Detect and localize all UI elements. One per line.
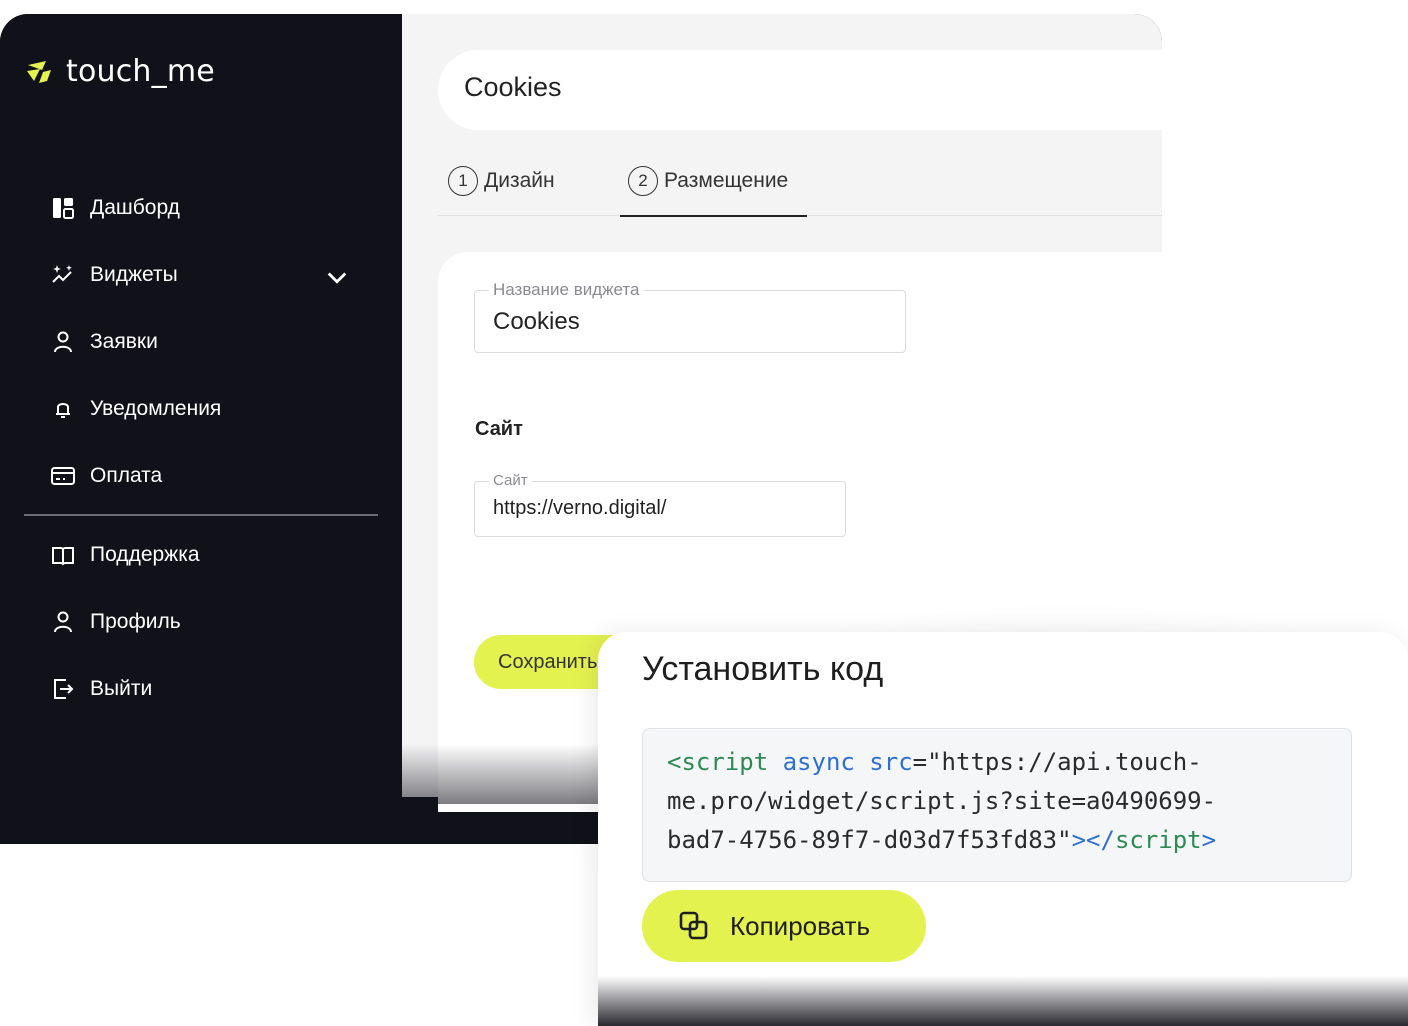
sidebar-item-dashboard[interactable]: Дашборд — [50, 188, 360, 228]
code-src-value-cont: me.pro/widget/script.js?site=a0490699- — [667, 787, 1217, 815]
sidebar-item-label: Уведомления — [90, 397, 222, 420]
sidebar-item-label: Выйти — [90, 677, 153, 700]
sidebar-item-label: Профиль — [90, 610, 181, 633]
tab-label: Дизайн — [484, 169, 555, 192]
sidebar-item-label: Заявки — [90, 330, 158, 353]
sidebar-item-label: Поддержка — [90, 543, 200, 566]
widget-name-field[interactable]: Название виджета Cookies — [474, 280, 906, 353]
sidebar-item-label: Виджеты — [90, 263, 178, 286]
tab-number: 1 — [448, 166, 478, 196]
tab-placement[interactable]: 2 Размещение — [628, 166, 788, 196]
dialog-bottom-shade — [598, 976, 1408, 1026]
sidebar-item-support[interactable]: Поддержка — [50, 535, 360, 575]
bell-icon — [56, 403, 70, 418]
code-end-bracket: > — [1201, 826, 1217, 854]
sidebar-divider — [24, 514, 378, 516]
copy-button[interactable]: Копировать — [642, 890, 926, 962]
copy-button-label: Копировать — [730, 910, 870, 941]
install-code-dialog: Установить код <script async src="https:… — [598, 632, 1408, 1026]
tab-label: Размещение — [664, 169, 789, 192]
user-icon — [54, 331, 72, 353]
sidebar-item-logout[interactable]: Выйти — [50, 669, 360, 709]
sidebar-item-payment[interactable]: Оплата — [50, 456, 360, 496]
sidebar-item-label: Оплата — [90, 464, 163, 487]
code-src-value: ="https://api.touch- — [912, 748, 1202, 776]
site-field[interactable]: Сайт https://verno.digital/ — [474, 472, 846, 537]
book-icon — [52, 547, 74, 566]
sidebar-item-label: Дашборд — [90, 196, 180, 219]
dialog-title: Установить код — [642, 650, 884, 688]
page-header: Cookies — [438, 50, 1162, 130]
tab-design[interactable]: 1 Дизайн — [448, 166, 555, 196]
user-icon — [54, 611, 72, 633]
code-close-bracket: ></ — [1071, 826, 1115, 854]
widgets-sparkle-icon — [52, 265, 72, 283]
code-line-1: <script async src="https://api.touch- — [667, 743, 1327, 782]
site-section-title: Сайт — [475, 418, 523, 440]
active-tab-indicator — [620, 215, 807, 217]
dashboard-icon — [53, 198, 74, 219]
page-title: Cookies — [464, 72, 562, 102]
chevron-down-icon[interactable] — [324, 264, 350, 290]
sidebar-item-profile[interactable]: Профиль — [50, 602, 360, 642]
widget-name-label: Название виджета — [489, 280, 644, 300]
sidebar-item-requests[interactable]: Заявки — [50, 322, 360, 362]
code-snippet[interactable]: <script async src="https://api.touch- me… — [642, 728, 1352, 882]
tab-number: 2 — [628, 166, 658, 196]
sidebar-item-widgets[interactable]: Виджеты — [50, 255, 360, 295]
code-tag-open: <script — [667, 748, 769, 776]
tab-bar: 1 Дизайн 2 Размещение — [438, 162, 1162, 217]
sidebar: touch_me Дашборд Виджеты Заявки Уведомле… — [0, 14, 402, 844]
sidebar-item-notifications[interactable]: Уведомления — [50, 389, 360, 429]
code-src-value-end: bad7-4756-89f7-d03d7f53fd83" — [667, 826, 1072, 854]
code-line-2: me.pro/widget/script.js?site=a0490699- — [667, 782, 1327, 821]
code-attr-src: src — [854, 748, 913, 776]
brand-name: touch_me — [66, 54, 215, 89]
code-tag-close: script — [1114, 826, 1202, 854]
credit-card-icon — [51, 467, 75, 485]
widget-name-value: Cookies — [493, 308, 580, 335]
site-label: Сайт — [489, 472, 532, 489]
site-value: https://verno.digital/ — [493, 497, 667, 519]
logout-icon — [54, 679, 74, 699]
logo[interactable]: touch_me — [24, 54, 215, 89]
copy-icon — [679, 911, 708, 940]
logo-mark-icon — [27, 60, 51, 83]
code-line-3: bad7-4756-89f7-d03d7f53fd83"></script> — [667, 821, 1327, 860]
code-attr-async: async — [768, 748, 855, 776]
